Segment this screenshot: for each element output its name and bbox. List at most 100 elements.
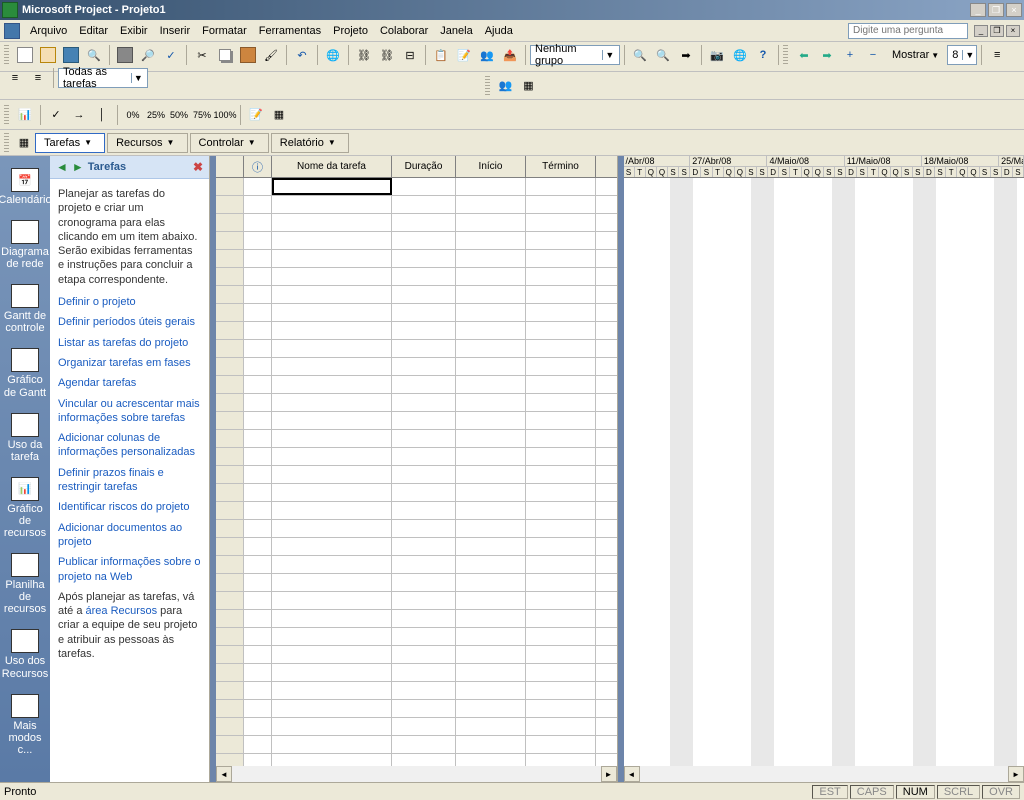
gantt-hscrollbar[interactable]: ◄ ► — [624, 766, 1024, 782]
menu-editar[interactable]: Editar — [73, 23, 114, 39]
task-info-button[interactable]: 📋 — [430, 44, 452, 66]
viewbar-diagrama-rede[interactable]: ⬚Diagrama de rede — [0, 216, 51, 274]
menu-ajuda[interactable]: Ajuda — [479, 23, 519, 39]
viewbar-mais-modos[interactable]: ⋯Mais modos c... — [0, 690, 50, 760]
scroll-track[interactable] — [640, 766, 1009, 782]
menu-arquivo[interactable]: Arquivo — [24, 23, 73, 39]
search-files-button[interactable]: 🔍 — [83, 44, 105, 66]
menu-colaborar[interactable]: Colaborar — [374, 23, 434, 39]
table-row[interactable] — [216, 466, 617, 484]
close-button[interactable]: × — [1006, 3, 1022, 17]
table-row[interactable] — [216, 484, 617, 502]
gantt-day-header[interactable]: S — [624, 167, 635, 177]
table-row[interactable] — [216, 412, 617, 430]
tab-relatorio[interactable]: Relatório▼ — [271, 133, 349, 153]
gantt-day-header[interactable]: S — [913, 167, 924, 177]
scroll-track[interactable] — [232, 766, 601, 782]
reschedule-work-button[interactable]: → — [68, 104, 90, 126]
menu-janela[interactable]: Janela — [434, 23, 478, 39]
maximize-button[interactable]: ❐ — [988, 3, 1004, 17]
gantt-day-header[interactable]: S — [935, 167, 946, 177]
gantt-day-header[interactable]: S — [980, 167, 991, 177]
outdent-button[interactable]: ⬅ — [793, 44, 815, 66]
guide-area-recursos-link[interactable]: área Recursos — [86, 605, 158, 617]
table-row[interactable] — [216, 736, 617, 754]
toolbar-grip[interactable] — [485, 76, 490, 96]
table-row[interactable] — [216, 178, 617, 196]
pct-75-button[interactable]: 75% — [191, 104, 213, 126]
tab-controlar[interactable]: Controlar▼ — [190, 133, 269, 153]
mdi-restore-button[interactable]: ❐ — [990, 25, 1004, 37]
table-row[interactable] — [216, 682, 617, 700]
update-as-scheduled-button[interactable]: ✓ — [45, 104, 67, 126]
zoom-in-button[interactable]: 🔍 — [629, 44, 651, 66]
pct-100-button[interactable]: 100% — [214, 104, 236, 126]
menu-projeto[interactable]: Projeto — [327, 23, 374, 39]
table-row[interactable] — [216, 574, 617, 592]
gantt-week-header[interactable]: 18/Maio/08 — [922, 156, 999, 166]
mdi-minimize-button[interactable]: _ — [974, 25, 988, 37]
assign-resources-button[interactable]: 👥 — [476, 44, 498, 66]
scroll-left-button[interactable]: ◄ — [216, 766, 232, 782]
project-stats-button[interactable]: 📊 — [14, 104, 36, 126]
minimize-button[interactable]: _ — [970, 3, 986, 17]
task-notes-button[interactable]: 📝 — [453, 44, 475, 66]
indent-button[interactable]: ➡ — [816, 44, 838, 66]
gantt-day-header[interactable]: S — [857, 167, 868, 177]
gantt-day-header[interactable]: Q — [735, 167, 746, 177]
table-row[interactable] — [216, 538, 617, 556]
align-left-button[interactable]: ≡ — [986, 44, 1008, 66]
collab-options-button[interactable]: ▦ — [518, 75, 540, 97]
viewbar-calendario[interactable]: 📅Calendário — [0, 164, 54, 210]
gantt-day-header[interactable]: S — [779, 167, 790, 177]
gantt-week-header[interactable]: /Abr/08 — [624, 156, 691, 166]
table-row[interactable] — [216, 592, 617, 610]
save-button[interactable] — [60, 44, 82, 66]
gantt-day-header[interactable]: S — [701, 167, 712, 177]
toolbar-grip[interactable] — [4, 105, 9, 125]
gantt-day-header[interactable]: S — [746, 167, 757, 177]
gantt-day-header[interactable]: T — [713, 167, 724, 177]
table-row[interactable] — [216, 628, 617, 646]
gantt-day-header[interactable]: Q — [657, 167, 668, 177]
grid-rows[interactable] — [216, 178, 617, 766]
gantt-week-header[interactable]: 27/Abr/08 — [690, 156, 767, 166]
scroll-left-button[interactable]: ◄ — [624, 766, 640, 782]
col-end[interactable]: Término — [526, 156, 596, 177]
table-row[interactable] — [216, 448, 617, 466]
help-button[interactable]: ? — [752, 44, 774, 66]
gantt-day-header[interactable]: Q — [879, 167, 890, 177]
gantt-day-header[interactable]: D — [846, 167, 857, 177]
gantt-day-header[interactable]: S — [1013, 167, 1024, 177]
gantt-day-header[interactable]: Q — [957, 167, 968, 177]
update-tasks-button[interactable]: 📝 — [245, 104, 267, 126]
gantt-day-header[interactable]: T — [635, 167, 646, 177]
guide-link[interactable]: Listar as tarefas do projeto — [58, 336, 201, 350]
office-online-button[interactable]: 🌐 — [729, 44, 751, 66]
guide-link[interactable]: Identificar riscos do projeto — [58, 500, 201, 514]
back-icon[interactable]: ◄ — [56, 160, 68, 174]
pct-25-button[interactable]: 25% — [145, 104, 167, 126]
group-combo[interactable]: Nenhum grupo▼ — [530, 45, 620, 65]
menu-inserir[interactable]: Inserir — [154, 23, 197, 39]
table-row[interactable] — [216, 286, 617, 304]
gantt-week-header[interactable]: 25/Ma — [999, 156, 1024, 166]
table-row[interactable] — [216, 232, 617, 250]
table-row[interactable] — [216, 430, 617, 448]
gantt-day-header[interactable]: D — [690, 167, 701, 177]
guide-toggle-button[interactable]: ▦ — [13, 132, 35, 154]
gantt-day-header[interactable]: S — [757, 167, 768, 177]
gantt-day-header[interactable]: T — [790, 167, 801, 177]
split-task-button[interactable]: ⊟ — [399, 44, 421, 66]
guide-link[interactable]: Definir períodos úteis gerais — [58, 315, 201, 329]
table-row[interactable] — [216, 376, 617, 394]
forward-icon[interactable]: ► — [72, 160, 84, 174]
viewbar-gantt-controle[interactable]: ▬Gantt de controle — [0, 280, 50, 338]
viewbar-uso-tarefa[interactable]: ▤Uso da tarefa — [0, 409, 50, 467]
show-outline-button[interactable]: Mostrar▼ — [885, 44, 946, 66]
gantt-day-header[interactable]: S — [824, 167, 835, 177]
viewbar-uso-recursos[interactable]: ▤Uso dos Recursos — [0, 625, 50, 683]
table-row[interactable] — [216, 268, 617, 286]
guide-link[interactable]: Adicionar documentos ao projeto — [58, 521, 201, 550]
guide-link[interactable]: Organizar tarefas em fases — [58, 356, 201, 370]
